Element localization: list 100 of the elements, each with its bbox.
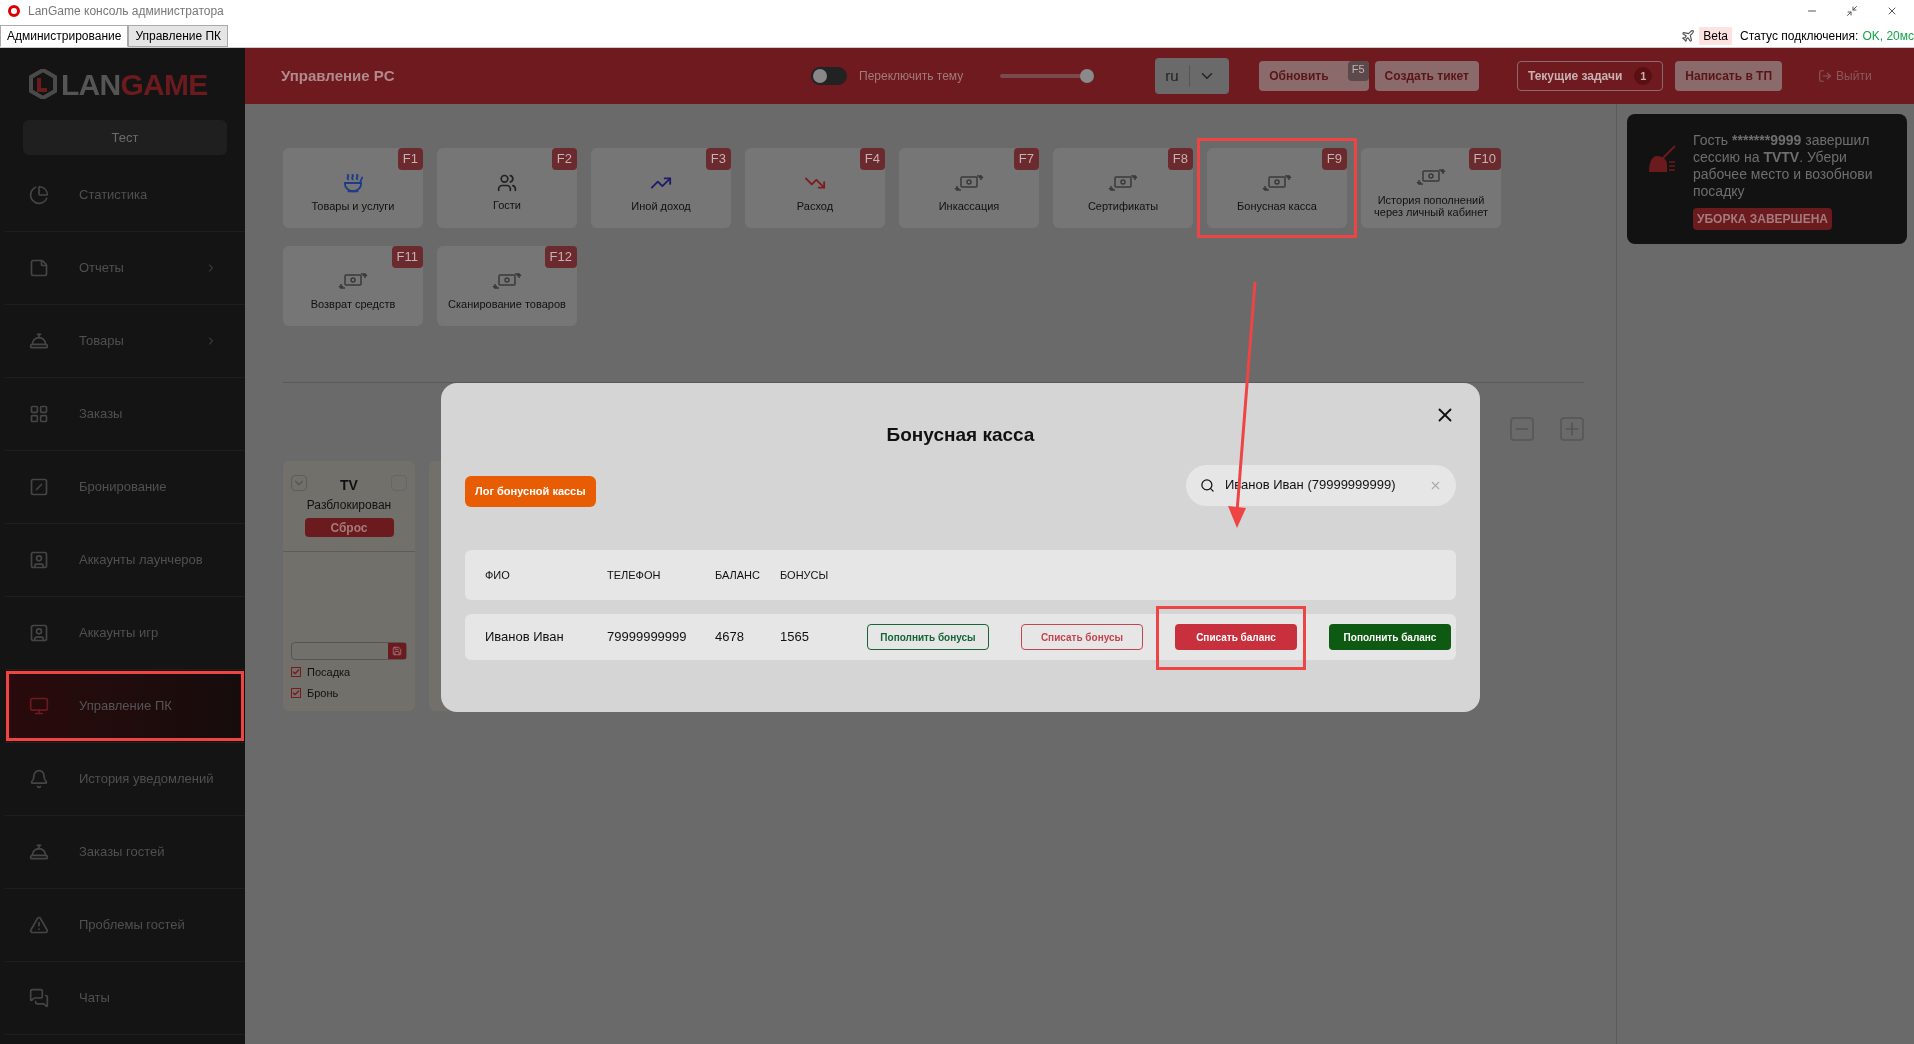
menu-icon [29,623,49,643]
action-tile[interactable]: F9 Бонусная касса [1207,148,1347,228]
beta-label: Beta [1699,27,1732,45]
pc-status: Разблокирован [306,497,392,514]
tile-label: Гости [492,199,522,211]
action-tile[interactable]: F12 Сканирование товаров [437,246,577,326]
action-button[interactable]: Списать бонусы [1021,624,1143,650]
plane-icon [1681,29,1696,43]
close-icon[interactable] [1886,5,1898,17]
brand-name: LANGAME [61,66,208,103]
menu-icon [29,258,49,278]
theme-toggle[interactable] [811,67,847,85]
sidebar-item[interactable]: Управление ПК [5,670,245,743]
tile-label: Инкассация [937,200,1001,212]
action-button[interactable]: Пополнить баланс [1329,624,1451,650]
checkbox-label: Бронь [307,685,339,701]
action-tile[interactable]: F11 Возврат средств [283,246,423,326]
action-tile[interactable]: F8 Сертификаты [1053,148,1193,228]
window-title: LanGame консоль администратора [28,3,224,20]
tile-label: Товары и услуги [310,200,396,212]
modal-title: Бонусная касса [886,422,1035,447]
column-header: БАЛАНС [715,567,761,583]
tile-label: Сертификаты [1086,200,1160,212]
brand-logo-icon [29,69,57,99]
hotkey-badge: F4 [859,148,885,170]
save-icon[interactable] [392,646,402,656]
checkbox-label: Посадка [307,665,351,680]
notification-message: Гость *******9999 завершил сессию на TVTV. Убери рабочее место и возобнови посадку [1693,132,1874,200]
tasks-button[interactable]: Текущие задачи 1 [1516,61,1664,91]
table-cell-text: 79999999999 [607,628,688,647]
window-tab[interactable]: Администрирование [0,25,129,47]
cleaning-done-button[interactable]: УБОРКА ЗАВЕРШЕНА [1693,208,1832,230]
column-header: ФИО [485,567,511,583]
money-exchange-icon [336,270,370,292]
language-select[interactable]: ru [1155,58,1230,94]
table-cell-text: 4678 [715,628,745,647]
tile-label: Иной доход [630,200,692,212]
checkbox[interactable] [291,667,301,678]
money-exchange-icon [952,172,986,194]
header-button[interactable]: Обновить F5 [1259,61,1369,91]
logout-button[interactable]: Выйти [1818,67,1872,85]
checkbox[interactable] [291,687,301,698]
note-field[interactable] [291,642,407,660]
hotkey-badge: F5 [1347,61,1369,81]
pc-name: TV [340,476,358,495]
menu-icon [29,331,49,351]
menu-icon [29,477,49,497]
action-tile[interactable]: F1 Товары и услуги [283,148,423,228]
tile-label: История пополнений через личный кабинет [1373,194,1489,218]
hotkey-badge: F11 [391,246,423,268]
tile-label: Бонусная касса [1236,200,1318,212]
hotkey-badge: F2 [551,148,577,170]
column-header: ТЕЛЕФОН [607,567,662,583]
money-exchange-icon [1106,172,1140,194]
club-name: Тест [23,120,227,155]
menu-icon [29,185,49,205]
status-label: Статус подключения: [1740,28,1859,45]
menu-icon [29,915,49,935]
action-tile[interactable]: F10 История пополнений через личный кабинет [1361,148,1501,228]
header-button[interactable]: Создать тикет [1374,61,1479,91]
tile-label: Расход [795,200,835,212]
money-exchange-icon [1414,166,1448,188]
menu-icon [29,769,49,789]
menu-icon [29,988,49,1008]
hotkey-badge: F12 [544,246,577,268]
hotkey-badge: F10 [1468,148,1501,170]
menu-icon [29,842,49,862]
users-icon [497,173,517,193]
count-badge: 1 [1634,67,1653,85]
window-tab[interactable]: Управление ПК [128,25,229,47]
action-tile[interactable]: F2 Гости [437,148,577,228]
hotkey-badge: F1 [397,148,423,170]
table-cell-text: Иванов Иван [485,628,565,647]
collapse-icon[interactable] [291,475,307,491]
hotkey-badge: F9 [1321,148,1347,170]
tile-label: Возврат средств [309,298,397,310]
action-button[interactable]: Списать баланс [1175,624,1297,650]
money-exchange-icon [490,270,524,292]
menu-icon [29,404,49,424]
page-title: Управление PC [281,65,396,86]
table-cell-text: 1565 [780,628,810,647]
restore-icon[interactable] [1846,5,1858,17]
reset-button[interactable]: Сброс [304,518,394,537]
menu-icon [29,550,49,570]
bowl-icon [342,172,364,194]
column-header: БОНУСЫ [780,567,830,583]
action-tile[interactable]: F3 Иной доход [591,148,731,228]
support-button[interactable]: Написать в ТП [1675,61,1783,91]
hotkey-badge: F3 [705,148,731,170]
hotkey-badge: F7 [1013,148,1039,170]
app-logo-icon [8,5,20,17]
slider-thumb[interactable] [1079,69,1094,83]
action-tile[interactable]: F7 Инкассация [899,148,1039,228]
money-exchange-icon [1260,172,1294,194]
theme-toggle-label: Переключить тему [859,68,964,85]
search-icon [1200,477,1215,493]
action-button[interactable]: Пополнить бонусы [867,624,989,650]
hotkey-badge: F8 [1167,148,1193,170]
action-tile[interactable]: F4 Расход [745,148,885,228]
log-button[interactable]: Лог бонусной кассы [465,476,596,507]
